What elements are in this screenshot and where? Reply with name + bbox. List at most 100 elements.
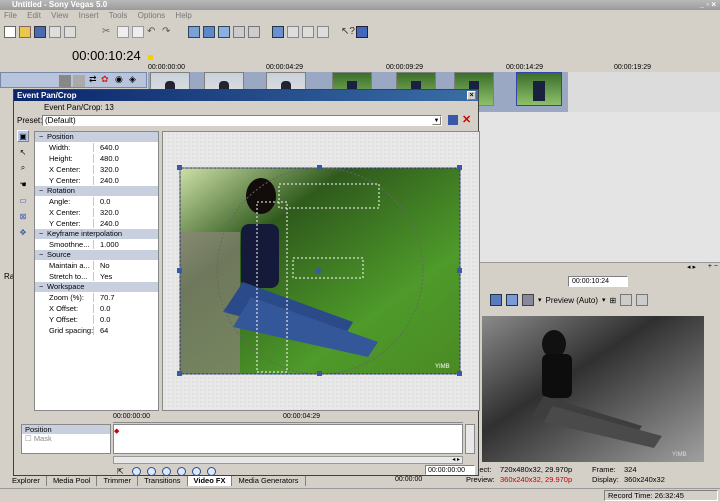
timeline-empty-area[interactable] [478, 112, 720, 262]
property-group-header[interactable]: − Rotation [35, 186, 158, 196]
zoom-tool-icon[interactable] [317, 25, 329, 38]
split-screen-icon[interactable] [506, 294, 518, 306]
copy-snapshot-icon[interactable] [620, 294, 633, 306]
pointer-icon[interactable]: ↖ [17, 146, 29, 158]
save-icon[interactable] [34, 25, 46, 38]
tab-trimmer[interactable]: Trimmer [97, 476, 139, 486]
copy-icon[interactable] [117, 25, 129, 38]
monitor-icon[interactable] [490, 294, 502, 306]
menu-help[interactable]: Help [175, 11, 191, 20]
scroll-arrows[interactable]: ◂ ▸ [687, 263, 696, 271]
tab-media-pool[interactable]: Media Pool [47, 476, 98, 486]
menu-edit[interactable]: Edit [27, 11, 41, 20]
cursor-time-field[interactable]: 00:00:10:24 [568, 276, 628, 287]
redo-icon[interactable]: ↷ [162, 26, 174, 38]
timeline-scrollbar[interactable]: ◂ ▸ + − [478, 262, 720, 274]
pan-crop-workspace[interactable]: YIMB [162, 131, 480, 411]
lock-envelopes-icon[interactable] [218, 25, 230, 38]
zoom-icon[interactable]: ⌕ [17, 162, 29, 174]
property-group-header[interactable]: − Keyframe interpolation [35, 229, 158, 239]
whats-this-icon[interactable]: ↖? [341, 26, 355, 38]
clip-thumbnail-selected[interactable] [516, 72, 562, 106]
menu-view[interactable]: View [51, 11, 68, 20]
workspace-canvas[interactable]: YIMB [163, 132, 480, 411]
track-fx-settings-icon[interactable]: ✿ [101, 74, 109, 85]
collapse-icon[interactable]: − [39, 186, 47, 196]
keyframe-ruler[interactable]: 00:00:00:00 00:00:04:29 [113, 413, 463, 423]
kf-vscroll[interactable] [465, 424, 475, 454]
add-keyframe-icon[interactable] [191, 467, 201, 476]
chevron-down-icon[interactable]: ▼ [432, 116, 441, 125]
last-keyframe-icon[interactable] [176, 467, 186, 476]
save-snapshot-icon[interactable] [636, 294, 649, 306]
timeline-ruler[interactable]: 00:00:00:00 00:00:04:29 00:00:09:29 00:0… [148, 64, 720, 72]
property-value[interactable]: 0.0 [93, 197, 158, 206]
track-header[interactable]: ⇄ ✿ ◉ ◈ [0, 72, 147, 88]
property-group-header[interactable]: − Workspace [35, 282, 158, 292]
snap-grid-icon[interactable]: ⊠ [17, 210, 29, 222]
property-group-header[interactable]: − Source [35, 250, 158, 260]
menu-file[interactable]: File [4, 11, 17, 20]
keyframe-time-field[interactable]: 00:00:00:00 [425, 465, 475, 475]
paste-icon[interactable] [132, 25, 144, 38]
crossfade-icon[interactable] [248, 25, 260, 38]
tab-media-generators[interactable]: Media Generators [232, 476, 306, 486]
property-value[interactable]: 240.0 [93, 219, 158, 228]
kf-hscroll[interactable]: ◂ ▸ [113, 456, 463, 464]
property-value[interactable]: Yes [93, 272, 158, 281]
new-icon[interactable] [4, 25, 16, 38]
tab-explorer[interactable]: Explorer [0, 476, 47, 486]
collapse-icon[interactable]: − [39, 229, 47, 239]
delete-preset-icon[interactable]: ✕ [462, 113, 471, 126]
dropdown-icon[interactable]: ▾ [538, 296, 542, 304]
property-value[interactable]: 240.0 [93, 176, 158, 185]
first-keyframe-icon[interactable] [131, 467, 141, 476]
property-value[interactable]: 0.0 [93, 304, 158, 313]
preview-quality[interactable]: Preview (Auto) [546, 296, 598, 305]
keyframe-timeline[interactable]: ◆ [113, 424, 463, 454]
property-value[interactable]: 320.0 [93, 208, 158, 217]
sync-cursor-icon[interactable]: ⇱ [117, 467, 124, 476]
menu-insert[interactable]: Insert [79, 11, 99, 20]
property-group-header[interactable]: − Position [35, 132, 158, 142]
track-composite-icon[interactable] [73, 75, 85, 87]
normal-edit-tool-icon[interactable] [272, 25, 284, 38]
property-value[interactable]: 0.0 [93, 315, 158, 324]
kf-track-position[interactable]: Position [22, 425, 110, 434]
properties-icon[interactable] [64, 25, 76, 38]
menu-options[interactable]: Options [138, 11, 166, 20]
property-value[interactable]: 320.0 [93, 165, 158, 174]
open-icon[interactable] [19, 25, 31, 38]
normal-view-icon[interactable]: ▭ [17, 194, 29, 206]
collapse-icon[interactable]: − [39, 132, 47, 142]
track-fx-icon[interactable]: ⇄ [89, 74, 97, 85]
menu-tools[interactable]: Tools [109, 11, 128, 20]
tab-transitions[interactable]: Transitions [138, 476, 188, 486]
kf-track-mask[interactable]: ☐ Mask [22, 434, 110, 443]
property-value[interactable]: 480.0 [93, 154, 158, 163]
property-value[interactable]: 70.7 [93, 293, 158, 302]
preview-fx-icon[interactable] [522, 294, 534, 306]
property-value[interactable]: 1.000 [93, 240, 158, 249]
delete-keyframe-icon[interactable] [206, 467, 216, 476]
preset-select[interactable]: (Default) [42, 115, 442, 126]
dropdown-icon[interactable]: ▾ [602, 296, 606, 304]
autoripple-icon[interactable] [203, 25, 215, 38]
ignore-grouping-icon[interactable] [233, 25, 245, 38]
mute-icon[interactable]: ◉ [115, 74, 123, 85]
move-icon[interactable]: ✥ [17, 226, 29, 238]
property-value[interactable]: 640.0 [93, 143, 158, 152]
collapse-icon[interactable]: − [39, 250, 47, 260]
render-icon[interactable] [49, 25, 61, 38]
tab-video-fx[interactable]: Video FX [187, 476, 233, 486]
track-motion-icon[interactable] [59, 75, 71, 87]
track-empty-area[interactable] [568, 72, 720, 112]
cut-icon[interactable]: ✂ [102, 26, 114, 38]
window-controls[interactable]: _ ▫ × [700, 0, 716, 10]
prev-keyframe-icon[interactable] [146, 467, 156, 476]
help-icon[interactable] [356, 25, 368, 38]
property-value[interactable]: 64 [93, 326, 158, 335]
hand-icon[interactable]: ☚ [17, 178, 29, 190]
selection-tool-icon[interactable] [302, 25, 314, 38]
grid-icon[interactable]: ⊞ [610, 296, 617, 305]
